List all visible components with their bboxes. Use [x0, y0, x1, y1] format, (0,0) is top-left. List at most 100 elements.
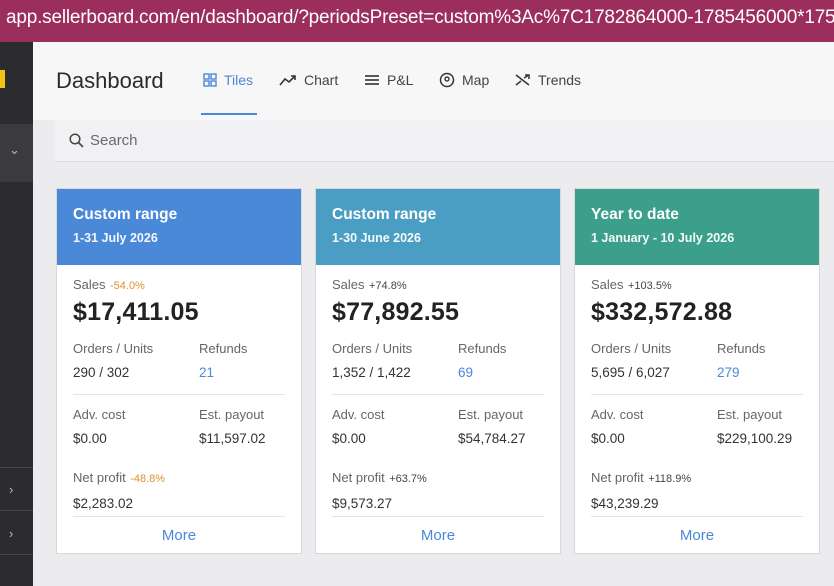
search-icon	[69, 133, 84, 148]
net-profit-label: Net profit	[591, 470, 644, 485]
top-bar: Dashboard Tiles Chart P&L Map Trends	[33, 42, 834, 120]
refunds-label: Refunds	[717, 341, 766, 356]
more-link[interactable]: More	[316, 527, 560, 544]
net-profit-change: +118.9%	[648, 473, 692, 485]
tab-label: Map	[462, 72, 490, 88]
chevron-right-icon[interactable]: ›	[9, 482, 13, 497]
sidebar-divider	[0, 554, 33, 555]
card-date-range: 1-31 July 2026	[73, 231, 158, 245]
est-payout-label: Est. payout	[199, 407, 265, 422]
est-payout-value: $229,100.29	[717, 431, 793, 446]
orders-value: 1,352 / 1,422	[332, 365, 411, 380]
list-icon	[365, 75, 379, 85]
divider	[591, 516, 803, 517]
net-profit-change: -48.8%	[130, 473, 166, 485]
card-date-range: 1 January - 10 July 2026	[591, 231, 735, 245]
cost-payout-row: Adv. cost $0.00 Est. payout $229,100.29	[591, 407, 803, 446]
divider	[332, 394, 544, 395]
net-profit-row: Net profit -48.8% $2,283.02	[73, 469, 285, 511]
card-date-range: 1-30 June 2026	[332, 231, 421, 245]
net-profit-label: Net profit	[332, 470, 385, 485]
est-payout-label: Est. payout	[717, 407, 783, 422]
sales-label: Sales	[591, 277, 624, 292]
tab-map[interactable]: Map	[439, 72, 489, 88]
orders-refunds-row: Orders / Units 1,352 / 1,422 Refunds 69	[332, 341, 544, 380]
summary-card: Custom range 1-30 June 2026 Sales +74.8%…	[315, 188, 561, 554]
card-title: Custom range	[73, 206, 178, 223]
card-body: Sales +74.8% $77,892.55	[316, 276, 560, 327]
sales-change: +103.5%	[627, 280, 672, 292]
refunds-value[interactable]: 69	[458, 365, 506, 380]
active-tab-indicator	[201, 113, 257, 115]
net-profit-label: Net profit	[73, 470, 126, 485]
sales-value: $332,572.88	[591, 298, 733, 326]
card-title: Year to date	[591, 206, 679, 223]
refunds-label: Refunds	[458, 341, 507, 356]
refunds-value[interactable]: 279	[717, 365, 765, 380]
net-profit-row: Net profit +118.9% $43,239.29	[591, 469, 803, 511]
est-payout-value: $54,784.27	[458, 431, 526, 446]
chevron-right-icon[interactable]: ›	[9, 526, 13, 541]
shuffle-icon	[515, 74, 530, 86]
tab-label: Chart	[304, 72, 339, 88]
orders-value: 5,695 / 6,027	[591, 365, 670, 380]
net-profit-value: $2,283.02	[73, 496, 134, 511]
divider	[332, 516, 544, 517]
tab-trends[interactable]: Trends	[515, 72, 581, 88]
sidebar-divider	[0, 467, 33, 468]
tab-label: Trends	[538, 72, 582, 88]
sidebar-account-selector[interactable]: ⌄	[0, 124, 33, 182]
card-header: Custom range 1-30 June 2026	[316, 189, 560, 265]
net-profit-change: +63.7%	[389, 473, 427, 485]
sales-label: Sales	[73, 277, 106, 292]
orders-label: Orders / Units	[73, 341, 154, 356]
sales-change: +74.8%	[368, 280, 407, 292]
net-profit-value: $9,573.27	[332, 496, 393, 511]
search-input[interactable]: Search	[90, 132, 138, 149]
map-pin-icon	[439, 72, 455, 88]
est-payout-label: Est. payout	[458, 407, 524, 422]
tab-label: P&L	[387, 72, 414, 88]
card-header: Custom range 1-31 July 2026	[57, 189, 301, 265]
divider	[591, 394, 803, 395]
card-title: Custom range	[332, 206, 437, 223]
est-payout-value: $11,597.02	[199, 431, 266, 446]
chevron-down-icon: ⌄	[9, 142, 20, 157]
page-title: Dashboard	[56, 68, 164, 93]
more-link[interactable]: More	[575, 527, 819, 544]
sales-value: $77,892.55	[332, 298, 460, 326]
tab-pl[interactable]: P&L	[364, 72, 413, 88]
sidebar: ⌄ › ›	[0, 42, 33, 586]
card-body: Sales +103.5% $332,572.88	[575, 276, 819, 327]
orders-label: Orders / Units	[591, 341, 672, 356]
orders-refunds-row: Orders / Units 5,695 / 6,027 Refunds 279	[591, 341, 803, 380]
chart-trend-icon	[279, 75, 296, 86]
refunds-value[interactable]: 21	[199, 365, 247, 380]
orders-label: Orders / Units	[332, 341, 413, 356]
tab-chart[interactable]: Chart	[279, 72, 338, 88]
address-bar[interactable]: app.sellerboard.com/en/dashboard/?period…	[0, 0, 834, 42]
tab-tiles[interactable]: Tiles	[203, 72, 253, 88]
more-link[interactable]: More	[57, 527, 301, 544]
summary-card: Custom range 1-31 July 2026 Sales -54.0%…	[56, 188, 302, 554]
tab-label: Tiles	[224, 72, 254, 88]
card-body: Sales -54.0% $17,411.05	[57, 276, 301, 327]
card-header: Year to date 1 January - 10 July 2026	[575, 189, 819, 265]
search-bar[interactable]: Search	[55, 120, 834, 162]
divider	[73, 394, 285, 395]
orders-refunds-row: Orders / Units 290 / 302 Refunds 21	[73, 341, 285, 380]
net-profit-row: Net profit +63.7% $9,573.27	[332, 469, 544, 511]
sales-label: Sales	[332, 277, 365, 292]
main-content: Dashboard Tiles Chart P&L Map Trends Sea…	[33, 42, 834, 586]
tiles-icon	[203, 73, 217, 87]
refunds-label: Refunds	[199, 341, 248, 356]
summary-card: Year to date 1 January - 10 July 2026 Sa…	[574, 188, 820, 554]
sidebar-logo-mark	[0, 70, 5, 88]
cost-payout-row: Adv. cost $0.00 Est. payout $11,597.02	[73, 407, 285, 446]
sales-value: $17,411.05	[73, 298, 199, 326]
cost-payout-row: Adv. cost $0.00 Est. payout $54,784.27	[332, 407, 544, 446]
net-profit-value: $43,239.29	[591, 496, 659, 511]
orders-value: 290 / 302	[73, 365, 130, 380]
divider	[73, 516, 285, 517]
sidebar-divider	[0, 510, 33, 511]
